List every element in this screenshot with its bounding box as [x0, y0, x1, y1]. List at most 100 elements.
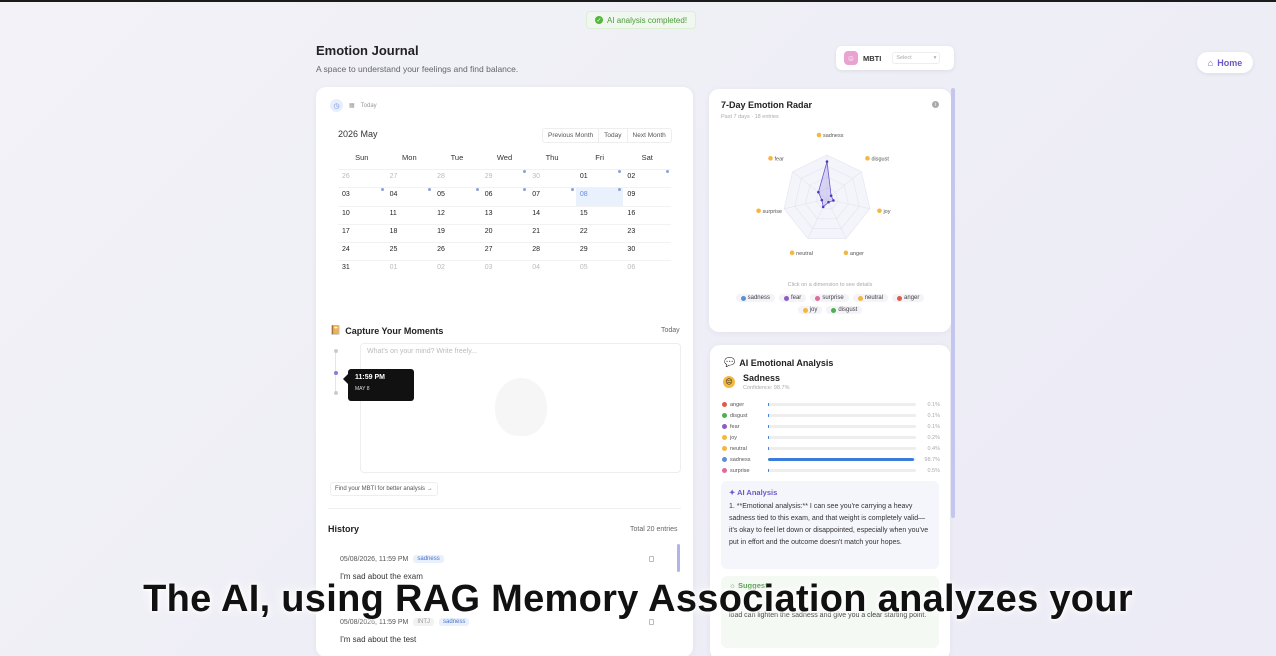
calendar-day[interactable]: 21: [528, 223, 576, 242]
page-scrollbar[interactable]: [951, 88, 955, 518]
notebook-icon: 📔: [330, 325, 342, 335]
radar-point[interactable]: [829, 194, 833, 198]
journal-input[interactable]: What's on your mind? Write freely...: [360, 343, 681, 473]
calendar-day[interactable]: 01: [385, 260, 434, 278]
calendar-view-icon[interactable]: ◷: [330, 99, 343, 112]
history-scrollbar[interactable]: [677, 544, 680, 572]
radar-point[interactable]: [832, 199, 835, 202]
radar-point[interactable]: [817, 190, 820, 194]
calendar-day[interactable]: 31: [338, 260, 386, 278]
radar-chart[interactable]: sadness disgust joy anger neutral surprise fea…: [709, 89, 951, 284]
ai-analysis-title: AI Analysis: [737, 488, 778, 497]
radar-axis-label[interactable]: joy: [877, 208, 891, 215]
mbti-select[interactable]: Select ▾: [892, 52, 941, 64]
emotion-bar-track: [768, 403, 916, 406]
emoji-icon: [843, 250, 849, 256]
calendar-day[interactable]: 12: [433, 205, 481, 224]
radar-axis-label[interactable]: neutral: [789, 250, 813, 257]
timeline-dot-active[interactable]: [334, 371, 338, 375]
calendar-day[interactable]: 05: [575, 260, 624, 278]
calendar-day[interactable]: 05: [433, 187, 481, 205]
calendar-day[interactable]: 01: [575, 169, 624, 187]
calendar-day[interactable]: 04: [385, 187, 434, 205]
calendar-day[interactable]: 15: [575, 205, 624, 224]
calendar-day[interactable]: 29: [480, 169, 529, 187]
calendar-day[interactable]: 24: [338, 242, 386, 260]
radar-point[interactable]: [827, 200, 830, 204]
legend-item-anger[interactable]: anger: [892, 294, 925, 302]
trash-icon[interactable]: [649, 556, 654, 562]
calendar-day[interactable]: 04: [528, 260, 576, 278]
history-item[interactable]: 05/08/2026, 11:59 PM INTJ sadness I'm sad a…: [330, 618, 674, 644]
calendar-day[interactable]: 28: [433, 169, 481, 187]
calendar-day[interactable]: 17: [338, 223, 386, 242]
emotion-bar-label: neutral: [730, 445, 747, 452]
page-title: Emotion Journal: [316, 43, 419, 58]
prev-month-button[interactable]: Previous Month: [543, 129, 600, 142]
radar-axis-label[interactable]: fear: [768, 156, 784, 162]
emotion-bar-surprise: surprise 0.5%: [722, 465, 940, 476]
radar-axis-label[interactable]: surprise: [756, 208, 782, 215]
legend-item-joy[interactable]: joy: [797, 306, 823, 314]
calendar-day[interactable]: 23: [623, 223, 671, 242]
calendar-day[interactable]: 16: [623, 205, 671, 224]
legend-item-disgust[interactable]: disgust: [826, 306, 863, 314]
radar-axis-label[interactable]: anger: [843, 250, 865, 257]
analysis-title-wrap: 💬 AI Emotional Analysis: [724, 357, 833, 368]
calendar-day-selected[interactable]: 08: [575, 187, 624, 206]
calendar-day[interactable]: 25: [385, 242, 434, 260]
calendar-day[interactable]: 02: [623, 169, 671, 187]
emotion-bar-label: surprise: [730, 467, 750, 474]
chevron-down-icon: ▾: [933, 55, 937, 61]
legend-item-surprise[interactable]: surprise: [810, 294, 849, 302]
calendar-day[interactable]: 11: [385, 205, 434, 224]
calendar-day[interactable]: 14: [528, 205, 576, 224]
legend-item-fear[interactable]: fear: [778, 294, 807, 302]
emotion-bar-track: [768, 425, 916, 428]
legend-item-sadness[interactable]: sadness: [735, 294, 775, 302]
calendar-today-label[interactable]: Today: [361, 103, 377, 109]
calendar-day[interactable]: 28: [528, 242, 576, 260]
today-button[interactable]: Today: [599, 129, 628, 142]
emotion-bar-anger: anger 0.1%: [722, 399, 940, 410]
calendar-day[interactable]: 26: [338, 169, 386, 187]
calendar-day[interactable]: 06: [480, 187, 529, 205]
timeline-dot[interactable]: [334, 391, 338, 395]
radar-axis-label[interactable]: disgust: [865, 156, 889, 162]
calendar-day[interactable]: 18: [385, 223, 434, 242]
history-item-date: 05/08/2026, 11:59 PM: [340, 555, 409, 563]
calendar-day[interactable]: 10: [338, 205, 386, 224]
calendar-day[interactable]: 03: [480, 260, 529, 278]
calendar-day[interactable]: 06: [623, 260, 671, 278]
next-month-button[interactable]: Next Month: [628, 129, 671, 142]
calendar-day[interactable]: 07: [528, 187, 576, 205]
calendar-day[interactable]: 09: [623, 187, 671, 205]
calendar-day[interactable]: 03: [338, 187, 386, 205]
calendar-day[interactable]: 30: [623, 242, 671, 260]
radar-point[interactable]: [820, 198, 824, 202]
emoji-icon: [722, 446, 727, 451]
calendar-day[interactable]: 13: [480, 205, 529, 224]
calendar-day[interactable]: 20: [480, 223, 529, 242]
legend-swatch-icon: [783, 295, 789, 301]
radar-axis-text: fear: [775, 156, 785, 162]
legend-item-neutral[interactable]: neutral: [852, 294, 889, 302]
page-subtitle: A space to understand your feelings and …: [316, 64, 519, 74]
calendar-day[interactable]: 22: [575, 223, 624, 242]
mbti-selector[interactable]: ☺ MBTI Select ▾: [836, 46, 954, 70]
find-mbti-link[interactable]: Find your MBTI for better analysis →: [330, 482, 438, 496]
radar-axis-label[interactable]: sadness: [816, 132, 844, 139]
calendar-day[interactable]: 29: [575, 242, 624, 260]
emoji-icon: [722, 413, 727, 418]
calendar-day[interactable]: 26: [433, 242, 481, 260]
calendar-day[interactable]: 27: [480, 242, 529, 260]
home-button[interactable]: ⌂ Home: [1197, 52, 1253, 73]
calendar-day[interactable]: 27: [385, 169, 434, 187]
window-top-border: [0, 0, 1276, 2]
calendar-day[interactable]: 02: [433, 260, 481, 278]
calendar-day[interactable]: 30: [528, 169, 576, 187]
calendar-day[interactable]: 19: [433, 223, 481, 242]
radar-point[interactable]: [821, 205, 825, 209]
emotion-bar-track: [768, 458, 916, 461]
radar-point[interactable]: [825, 160, 829, 163]
